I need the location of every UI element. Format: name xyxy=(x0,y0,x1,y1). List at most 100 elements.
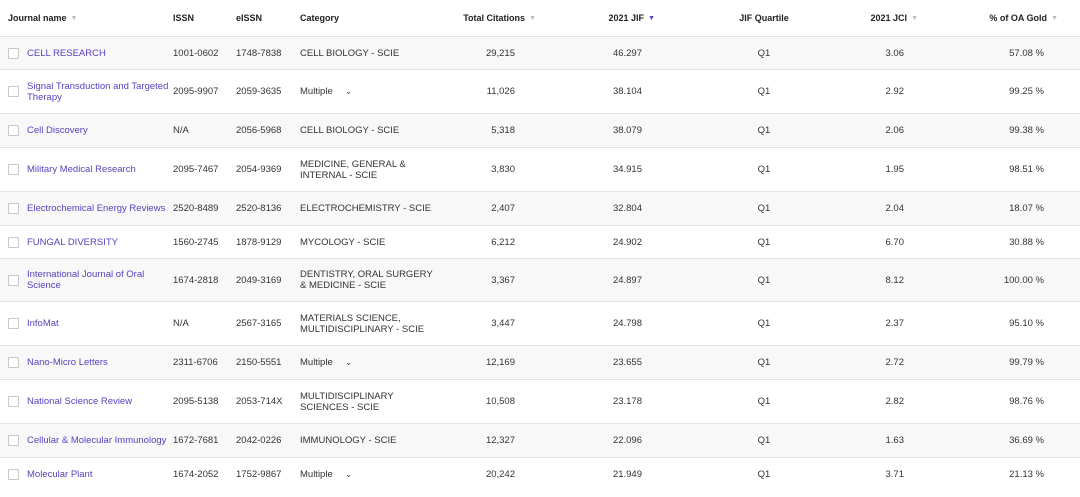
table-row: National Science Review 2095-5138 2053-7… xyxy=(0,379,1080,423)
table-row: Nano-Micro Letters 2311-6706 2150-5551 M… xyxy=(0,345,1080,379)
oa-cell: 95.10 % xyxy=(1009,318,1044,329)
issn-cell: 1674-2818 xyxy=(173,274,219,286)
jci-cell: 6.70 xyxy=(885,236,905,248)
row-checkbox[interactable] xyxy=(8,274,19,286)
eissn-cell: 2520-8136 xyxy=(236,203,282,214)
category-cell: CELL BIOLOGY - SCIE xyxy=(300,47,400,59)
citations-cell: 3,447 xyxy=(491,318,515,329)
journal-name-cell: FUNGAL DIVERSITY xyxy=(8,226,170,258)
citations-cell: 29,215 xyxy=(485,47,515,59)
citations-cell: 12,327 xyxy=(485,435,515,446)
citations-cell: 12,169 xyxy=(485,357,515,368)
jci-cell: 1.95 xyxy=(885,164,905,175)
col-journal-name[interactable]: Journal name ▼ xyxy=(8,0,170,36)
eissn-cell: 2054-9369 xyxy=(236,164,282,175)
jci-cell: 2.37 xyxy=(885,318,905,329)
sort-caret-icon[interactable]: ▼ xyxy=(911,15,918,22)
category-dropdown[interactable]: Multiple ⌄ xyxy=(300,86,352,97)
eissn-cell: 1878-9129 xyxy=(236,236,282,248)
oa-cell: 30.88 % xyxy=(1009,236,1044,248)
jif-cell: 23.655 xyxy=(612,357,642,368)
row-checkbox[interactable] xyxy=(8,236,19,248)
jci-cell: 1.63 xyxy=(885,435,905,446)
col-eissn: eISSN xyxy=(236,13,263,23)
journal-name-cell: Military Medical Research xyxy=(8,148,170,191)
col-total-citations[interactable]: Total Citations ▼ xyxy=(420,0,536,36)
journal-link[interactable]: Cellular & Molecular Immunology xyxy=(27,435,166,446)
jif-cell: 38.079 xyxy=(612,125,642,136)
row-checkbox[interactable] xyxy=(8,164,19,175)
col-oa-gold[interactable]: % of OA Gold ▼ xyxy=(960,0,1058,36)
oa-cell: 36.69 % xyxy=(1009,435,1044,446)
category-dropdown[interactable]: Multiple ⌄ xyxy=(300,357,352,368)
journal-link[interactable]: National Science Review xyxy=(27,396,132,407)
eissn-cell: 2059-3635 xyxy=(236,86,282,97)
journal-link[interactable]: CELL RESEARCH xyxy=(27,48,106,59)
journal-link[interactable]: Military Medical Research xyxy=(27,164,136,175)
journal-name-cell: Cell Discovery xyxy=(8,114,170,147)
eissn-cell: 1748-7838 xyxy=(236,47,282,59)
issn-cell: 2095-9907 xyxy=(173,86,219,97)
journal-name-cell: Molecular Plant xyxy=(8,458,170,491)
oa-cell: 99.79 % xyxy=(1009,357,1044,368)
table-row: InfoMat N/A 2567-3165 MATERIALS SCIENCE,… xyxy=(0,301,1080,345)
col-jif[interactable]: 2021 JIF ▼ xyxy=(560,0,655,36)
category-cell: Multiple ⌄ xyxy=(300,346,440,379)
jci-cell: 2.06 xyxy=(885,125,905,136)
eissn-cell: 2049-3169 xyxy=(236,274,282,286)
category-cell: IMMUNOLOGY - SCIE xyxy=(300,435,397,446)
table-row: Signal Transduction and Targeted Therapy… xyxy=(0,69,1080,113)
table-header: Journal name ▼ ISSN eISSN Category Total … xyxy=(0,0,1080,36)
sort-caret-icon[interactable]: ▼ xyxy=(1051,15,1058,22)
col-jci[interactable]: 2021 JCI ▼ xyxy=(820,0,918,36)
journal-link[interactable]: Molecular Plant xyxy=(27,469,92,480)
jci-cell: 3.71 xyxy=(885,469,905,480)
table-row: CELL RESEARCH 1001-0602 1748-7838 CELL B… xyxy=(0,36,1080,69)
row-checkbox[interactable] xyxy=(8,469,19,480)
eissn-cell: 2053-714X xyxy=(236,396,283,407)
chevron-down-icon[interactable]: ⌄ xyxy=(345,469,353,480)
sort-caret-icon[interactable]: ▼ xyxy=(648,15,655,22)
oa-cell: 100.00 % xyxy=(1003,274,1044,286)
category-dropdown[interactable]: Multiple ⌄ xyxy=(300,469,352,480)
jif-cell: 24.902 xyxy=(612,236,642,248)
category-cell: CELL BIOLOGY - SCIE xyxy=(300,125,400,136)
journal-link[interactable]: Electrochemical Energy Reviews xyxy=(27,203,165,214)
journal-link[interactable]: Nano-Micro Letters xyxy=(27,357,108,368)
jif-cell: 21.949 xyxy=(612,469,642,480)
row-checkbox[interactable] xyxy=(8,86,19,97)
table-row: Military Medical Research 2095-7467 2054… xyxy=(0,147,1080,191)
journal-name-cell: International Journal of Oral Science xyxy=(8,259,170,301)
journal-link[interactable]: InfoMat xyxy=(27,318,59,329)
eissn-cell: 2056-5968 xyxy=(236,125,282,136)
table-row: Molecular Plant 1674-2052 1752-9867 Mult… xyxy=(0,457,1080,491)
row-checkbox[interactable] xyxy=(8,47,19,59)
journal-name-cell: Signal Transduction and Targeted Therapy xyxy=(8,70,170,113)
quartile-cell: Q1 xyxy=(757,47,771,59)
category-cell: Multiple ⌄ xyxy=(300,70,440,113)
jci-cell: 2.92 xyxy=(885,86,905,97)
oa-cell: 18.07 % xyxy=(1009,203,1044,214)
jci-cell: 2.82 xyxy=(885,396,905,407)
row-checkbox[interactable] xyxy=(8,203,19,214)
chevron-down-icon[interactable]: ⌄ xyxy=(345,357,353,368)
row-checkbox[interactable] xyxy=(8,125,19,136)
sort-caret-icon[interactable]: ▼ xyxy=(71,15,78,22)
row-checkbox[interactable] xyxy=(8,357,19,368)
journal-table: Journal name ▼ ISSN eISSN Category Total … xyxy=(0,0,1080,491)
chevron-down-icon[interactable]: ⌄ xyxy=(345,86,353,97)
oa-cell: 21.13 % xyxy=(1009,469,1044,480)
sort-caret-icon[interactable]: ▼ xyxy=(529,15,536,22)
jif-cell: 34.915 xyxy=(612,164,642,175)
row-checkbox[interactable] xyxy=(8,318,19,329)
row-checkbox[interactable] xyxy=(8,396,19,407)
journal-link[interactable]: Signal Transduction and Targeted Therapy xyxy=(27,81,170,103)
quartile-cell: Q1 xyxy=(757,236,771,248)
issn-cell: 2311-6706 xyxy=(173,357,218,368)
journal-link[interactable]: International Journal of Oral Science xyxy=(27,269,170,291)
citations-cell: 11,026 xyxy=(486,86,515,97)
jif-cell: 38.104 xyxy=(612,86,642,97)
journal-link[interactable]: FUNGAL DIVERSITY xyxy=(27,237,118,248)
journal-link[interactable]: Cell Discovery xyxy=(27,125,88,136)
row-checkbox[interactable] xyxy=(8,435,19,446)
